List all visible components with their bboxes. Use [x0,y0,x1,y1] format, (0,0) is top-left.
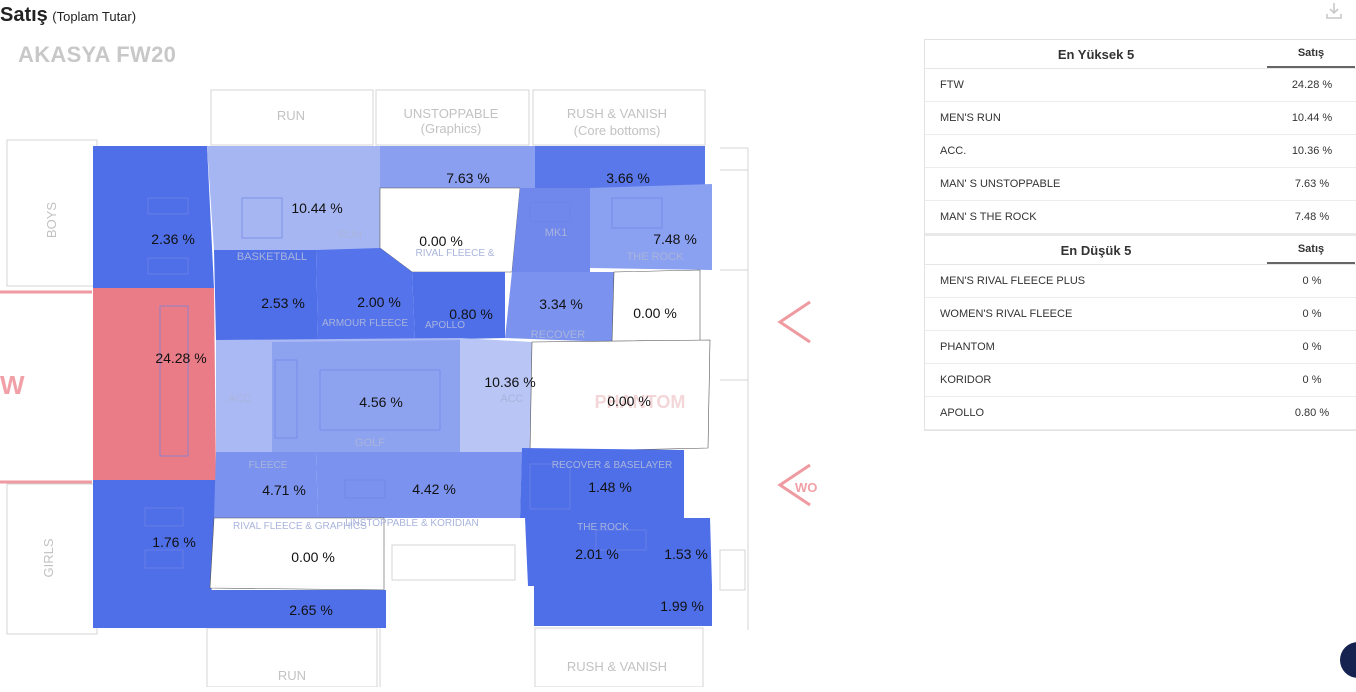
ranking-panel: En Yüksek 5 Satış FTW 24.28 % MEN'S RUN 10… [924,39,1356,431]
store-floor-plan: W WO RUN UNSTOPPABLE (Graphics) RUSH & V… [0,80,820,688]
table-row: FTW 24.28 % [925,69,1356,102]
label-mk1: MK1 [545,227,568,239]
top5-header: En Yüksek 5 Satış [925,40,1356,69]
value-the-rock-bottom: 2.01 % [575,546,619,562]
table-row: APOLLO 0.80 % [925,397,1356,430]
table-row: MEN'S RUN 10.44 % [925,102,1356,135]
label-rival-fleece: RIVAL FLEECE & [416,248,495,259]
zone-ftw[interactable] [93,288,216,480]
right-edge-text: WO [795,480,817,495]
value-recover-baselayer: 1.48 % [588,479,632,495]
label-the-rock: THE ROCK [627,251,685,263]
top5-col-header[interactable]: Satış [1267,40,1355,68]
label-rush-sub: (Core bottoms) [574,123,661,138]
value-acc-right: 10.36 % [484,374,535,390]
label-recover-baselayer: RECOVER & BASELAYER [552,460,672,471]
value-basketball: 2.53 % [261,295,305,311]
value-rush-vanish: 3.66 % [606,170,650,186]
value-recover: 3.34 % [539,296,583,312]
label-unstoppable-top: UNSTOPPABLE [404,106,499,121]
value-boys: 2.36 % [151,231,195,247]
zone-girls[interactable] [93,480,216,628]
zone-boys[interactable] [93,146,214,288]
value-women-rival-fleece: 0.00 % [419,233,463,249]
value-run-bottom: 2.65 % [289,602,333,618]
zone-women-rival-fleece[interactable] [379,187,521,273]
label-acc-right: ACC [500,393,523,405]
bottom5-col-header[interactable]: Satış [1267,236,1355,264]
value-unstoppable-koridian: 4.42 % [412,481,456,497]
download-icon[interactable] [1322,0,1346,22]
label-unstoppable-sub: (Graphics) [421,121,482,136]
table-row: PHANTOM 0 % [925,331,1356,364]
bottom5-header: En Düşük 5 Satış [925,236,1356,265]
value-golf: 4.56 % [359,394,403,410]
label-golf: GOLF [355,437,385,449]
table-row: MAN' S UNSTOPPABLE 7.63 % [925,168,1356,201]
label-recover: RECOVER [531,329,585,341]
store-name: AKASYA FW20 [18,42,177,67]
value-rush-bottom: 1.99 % [660,598,704,614]
value-the-rock: 7.48 % [653,231,697,247]
table-row: KORIDOR 0 % [925,364,1356,397]
label-rush-top: RUSH & VANISH [567,106,667,121]
value-corner: 1.53 % [664,546,708,562]
label-acc-left: ACC [228,393,251,405]
label-run-faint: RUN [338,229,362,241]
table-row: MEN'S RIVAL FLEECE PLUS 0 % [925,265,1356,298]
label-run-bottom: RUN [278,668,306,683]
value-rival-fleece-graphics: 0.00 % [291,549,335,565]
value-apollo: 0.80 % [449,306,493,322]
label-boys: BOYS [44,202,59,238]
value-girls: 1.76 % [152,534,196,550]
value-phantom: 0.00 % [607,393,651,409]
value-unstoppable: 7.63 % [446,170,490,186]
label-rush-bottom: RUSH & VANISH [567,659,667,674]
chart-subtitle: (Toplam Tutar) [52,9,137,24]
label-unstoppable-koridian: UNSTOPPABLE & KORIDIAN [345,518,479,529]
table-row: WOMEN'S RIVAL FLEECE 0 % [925,298,1356,331]
top5-title: En Yüksek 5 [1057,46,1135,62]
value-armour-fleece: 2.00 % [357,294,401,310]
label-girls: GIRLS [41,538,56,577]
table-row: MAN' S THE ROCK 7.48 % [940,211,1330,223]
value-fleece: 4.71 % [262,482,306,498]
table-row: ACC. 10.36 % [925,135,1356,168]
label-armour-fleece: ARMOUR FLEECE [322,318,408,329]
label-fleece: FLEECE [249,460,288,471]
label-the-rock-bottom: THE ROCK [577,522,629,533]
chart-title: Satış [0,4,48,26]
label-basketball: BASKETBALL [237,251,307,263]
bottom5-title: En Düşük 5 [1060,242,1132,258]
label-run-top: RUN [277,108,305,123]
left-edge-text: W [0,370,25,400]
value-run: 10.44 % [291,200,342,216]
chat-button[interactable] [1340,642,1356,678]
value-ftw: 24.28 % [155,350,206,366]
value-koridor: 0.00 % [633,305,677,321]
chart-header: Satış (Toplam Tutar) [0,4,136,27]
